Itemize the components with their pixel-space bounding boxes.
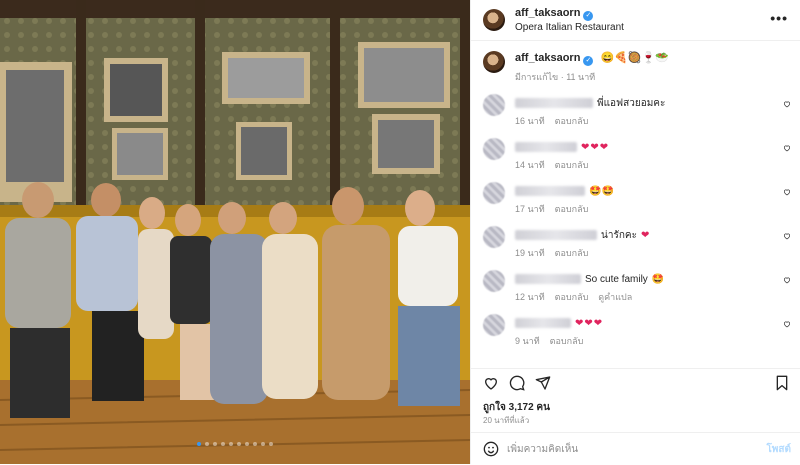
carousel-dot [197,442,201,446]
edited-label: มีการแก้ไข [515,72,559,82]
comment-time: 17 นาที [515,204,545,214]
commenter-avatar[interactable] [483,270,505,292]
comment-text: So cute family [585,273,648,285]
like-comment-heart-icon[interactable] [783,188,791,196]
comment-time: 12 นาที [515,292,545,302]
comment-time: 16 นาที [515,116,545,126]
commenter-username-blurred[interactable] [515,98,593,108]
carousel-dot [253,442,257,446]
comment-item: 🤩🤩 17 นาที ตอบกลับ [471,174,800,218]
author-username[interactable]: aff_taksaorn [515,7,580,19]
add-comment-bar: เพิ่มความคิดเห็น โพสต์ [471,432,800,465]
post-time-ago: 20 นาทีที่แล้ว [483,416,530,425]
reply-button[interactable]: ตอบกลับ [555,204,589,214]
reply-button[interactable]: ตอบกลับ [555,160,589,170]
comment-emoji: 🤩 [651,273,665,285]
like-comment-heart-icon[interactable] [783,320,791,328]
caption-username[interactable]: aff_taksaorn [515,52,580,64]
commenter-avatar[interactable] [483,314,505,336]
family-photo-illustration [0,0,470,464]
comment-text: พี่แอฟสวยอมคะ [597,97,666,109]
comment-emoji: 🤩🤩 [589,185,614,197]
like-comment-heart-icon[interactable] [783,276,791,284]
comment-bubble-icon[interactable] [509,375,525,391]
comment-time: 9 นาที [515,336,540,346]
post-header: aff_taksaorn ✓ Opera Italian Restaurant •… [471,0,800,41]
comment-hearts: ❤❤❤ [575,317,604,329]
comment-time: 19 นาที [515,248,545,258]
post-caption: aff_taksaorn ✓ 😄🍕🥘🍷🥗 มีการแก้ไข · 11 นาที [471,41,800,88]
verified-badge-icon: ✓ [583,10,594,21]
comment-hearts: ❤ [640,229,651,241]
carousel-dot [205,442,209,446]
bookmark-icon[interactable] [775,375,789,391]
reply-button[interactable]: ตอบกลับ [555,248,589,258]
emoji-picker-icon[interactable] [483,441,499,457]
carousel-dot [221,442,225,446]
commenter-avatar[interactable] [483,226,505,248]
comment-item: น่ารักคะ ❤ 19 นาที ตอบกลับ [471,218,800,262]
more-options-icon[interactable]: ••• [770,10,788,26]
carousel-dot [245,442,249,446]
comment-time: 14 นาที [515,160,545,170]
commenter-avatar[interactable] [483,138,505,160]
reply-button[interactable]: ตอบกลับ [555,116,589,126]
caption-avatar[interactable] [483,51,505,73]
commenter-username-blurred[interactable] [515,230,597,240]
commenter-avatar[interactable] [483,94,505,116]
caption-text: 😄🍕🥘🍷🥗 [600,52,669,64]
see-translation-link[interactable]: ดูคำแปล [598,292,632,302]
like-comment-heart-icon[interactable] [783,232,791,240]
post-side-panel: aff_taksaorn ✓ Opera Italian Restaurant •… [470,0,800,464]
like-heart-icon[interactable] [483,375,499,391]
carousel-indicator [0,442,470,446]
carousel-dot [213,442,217,446]
author-avatar[interactable] [483,9,505,31]
post-photo[interactable] [0,0,470,464]
share-send-icon[interactable] [535,375,551,391]
carousel-dot [237,442,241,446]
carousel-dot [229,442,233,446]
like-count[interactable]: ถูกใจ 3,172 คน [483,400,550,415]
comment-item: ❤❤❤ 9 นาที ตอบกลับ [471,306,800,350]
add-comment-input[interactable]: เพิ่มความคิดเห็น [507,442,578,457]
commenter-avatar[interactable] [483,182,505,204]
carousel-dot [269,442,273,446]
reply-button[interactable]: ตอบกลับ [550,336,584,346]
reply-button[interactable]: ตอบกลับ [555,292,589,302]
caption-time: 11 นาที [566,72,596,82]
commenter-username-blurred[interactable] [515,274,581,284]
instagram-post: aff_taksaorn ✓ Opera Italian Restaurant •… [0,0,800,464]
comment-item: So cute family 🤩 12 นาที ตอบกลับ ดูคำแปล [471,262,800,306]
commenter-username-blurred[interactable] [515,318,571,328]
carousel-dot [261,442,265,446]
verified-badge-icon: ✓ [583,56,594,66]
comment-list: พี่แอฟสวยอมคะ 16 นาที ตอบกลับ ❤❤❤ 14 นาที… [471,86,800,350]
post-action-bar [471,368,800,399]
comment-hearts: ❤❤❤ [581,141,610,153]
commenter-username-blurred[interactable] [515,186,585,196]
commenter-username-blurred[interactable] [515,142,577,152]
comment-text: น่ารักคะ [601,229,637,241]
comment-item: พี่แอฟสวยอมคะ 16 นาที ตอบกลับ [471,86,800,130]
like-comment-heart-icon[interactable] [783,100,791,108]
like-comment-heart-icon[interactable] [783,144,791,152]
comment-item: ❤❤❤ 14 นาที ตอบกลับ [471,130,800,174]
post-location[interactable]: Opera Italian Restaurant [515,21,624,35]
post-comment-button[interactable]: โพสต์ [766,442,791,457]
